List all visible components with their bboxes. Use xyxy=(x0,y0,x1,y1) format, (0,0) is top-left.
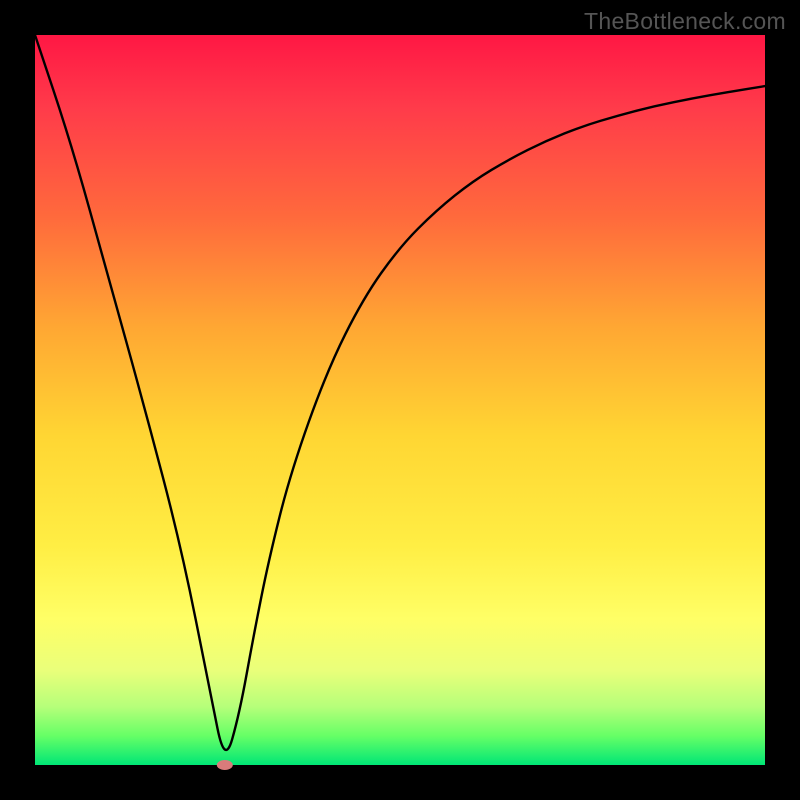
chart-frame: TheBottleneck.com xyxy=(0,0,800,800)
watermark-text: TheBottleneck.com xyxy=(584,8,786,35)
minimum-marker xyxy=(217,760,233,770)
curve-layer xyxy=(35,35,765,765)
bottleneck-curve xyxy=(35,35,765,750)
